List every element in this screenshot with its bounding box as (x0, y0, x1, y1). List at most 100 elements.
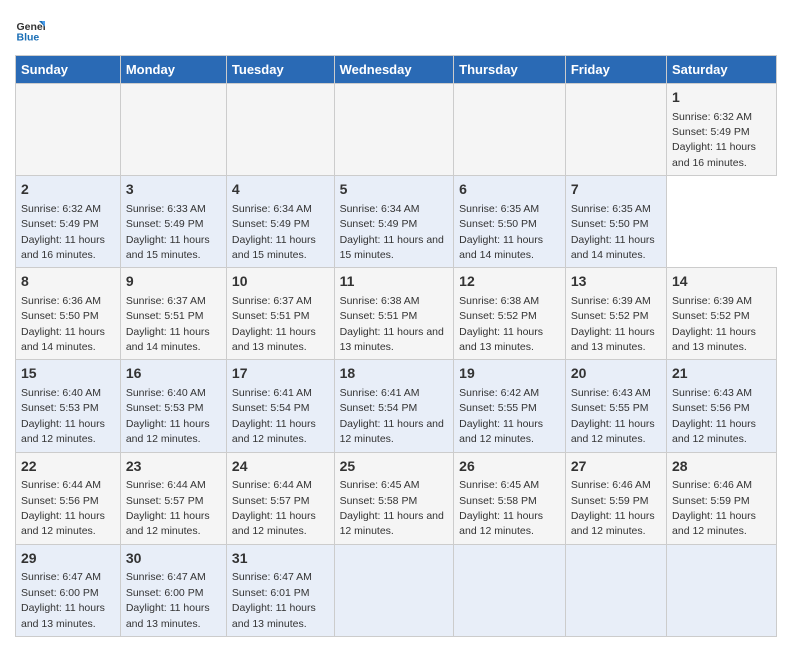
day-number: 28 (672, 457, 771, 477)
logo-icon: General Blue (15, 15, 45, 45)
calendar-day-cell: 30Sunrise: 6:47 AMSunset: 6:00 PMDayligh… (120, 544, 226, 636)
day-info: Sunrise: 6:34 AMSunset: 5:49 PMDaylight:… (340, 203, 444, 261)
calendar-day-cell: 18Sunrise: 6:41 AMSunset: 5:54 PMDayligh… (334, 360, 454, 452)
empty-cell (334, 544, 454, 636)
day-info: Sunrise: 6:46 AMSunset: 5:59 PMDaylight:… (672, 479, 756, 537)
day-number: 19 (459, 364, 560, 384)
day-number: 31 (232, 549, 329, 569)
calendar-week-row: 22Sunrise: 6:44 AMSunset: 5:56 PMDayligh… (16, 452, 777, 544)
day-info: Sunrise: 6:42 AMSunset: 5:55 PMDaylight:… (459, 387, 543, 445)
day-number: 26 (459, 457, 560, 477)
day-info: Sunrise: 6:36 AMSunset: 5:50 PMDaylight:… (21, 295, 105, 353)
day-info: Sunrise: 6:46 AMSunset: 5:59 PMDaylight:… (571, 479, 655, 537)
calendar-day-cell: 27Sunrise: 6:46 AMSunset: 5:59 PMDayligh… (565, 452, 666, 544)
calendar-day-cell: 8 Sunrise: 6:36 AMSunset: 5:50 PMDaylight… (16, 268, 121, 360)
weekday-header-friday: Friday (565, 56, 666, 84)
calendar-day-cell: 21 Sunrise: 6:43 AMSunset: 5:56 PMDayligh… (667, 360, 777, 452)
empty-cell (120, 84, 226, 176)
calendar-day-cell: 23Sunrise: 6:44 AMSunset: 5:57 PMDayligh… (120, 452, 226, 544)
day-info: Sunrise: 6:37 AMSunset: 5:51 PMDaylight:… (232, 295, 316, 353)
calendar-day-cell: 16 Sunrise: 6:40 AMSunset: 5:53 PMDayligh… (120, 360, 226, 452)
day-info: Sunrise: 6:38 AMSunset: 5:52 PMDaylight:… (459, 295, 543, 353)
day-info: Sunrise: 6:41 AMSunset: 5:54 PMDaylight:… (232, 387, 316, 445)
day-number: 1 (672, 88, 771, 108)
calendar-day-cell: 22Sunrise: 6:44 AMSunset: 5:56 PMDayligh… (16, 452, 121, 544)
day-info: Sunrise: 6:39 AMSunset: 5:52 PMDaylight:… (672, 295, 756, 353)
calendar-day-cell: 1 Sunrise: 6:32 AMSunset: 5:49 PMDaylight… (667, 84, 777, 176)
day-info: Sunrise: 6:35 AMSunset: 5:50 PMDaylight:… (459, 203, 543, 261)
weekday-header-tuesday: Tuesday (226, 56, 334, 84)
day-info: Sunrise: 6:44 AMSunset: 5:57 PMDaylight:… (232, 479, 316, 537)
day-info: Sunrise: 6:35 AMSunset: 5:50 PMDaylight:… (571, 203, 655, 261)
empty-cell (454, 84, 566, 176)
day-number: 9 (126, 272, 221, 292)
day-info: Sunrise: 6:47 AMSunset: 6:01 PMDaylight:… (232, 571, 316, 629)
day-info: Sunrise: 6:32 AMSunset: 5:49 PMDaylight:… (21, 203, 105, 261)
calendar-day-cell: 3Sunrise: 6:33 AMSunset: 5:49 PMDaylight… (120, 176, 226, 268)
day-number: 29 (21, 549, 115, 569)
day-info: Sunrise: 6:39 AMSunset: 5:52 PMDaylight:… (571, 295, 655, 353)
calendar-day-cell: 13Sunrise: 6:39 AMSunset: 5:52 PMDayligh… (565, 268, 666, 360)
svg-text:Blue: Blue (17, 32, 40, 44)
calendar-day-cell: 12Sunrise: 6:38 AMSunset: 5:52 PMDayligh… (454, 268, 566, 360)
day-number: 18 (340, 364, 449, 384)
calendar-day-cell: 20 Sunrise: 6:43 AMSunset: 5:55 PMDayligh… (565, 360, 666, 452)
day-number: 5 (340, 180, 449, 200)
weekday-header-saturday: Saturday (667, 56, 777, 84)
calendar-day-cell: 14 Sunrise: 6:39 AMSunset: 5:52 PMDayligh… (667, 268, 777, 360)
calendar-day-cell: 25Sunrise: 6:45 AMSunset: 5:58 PMDayligh… (334, 452, 454, 544)
calendar-week-row: 8 Sunrise: 6:36 AMSunset: 5:50 PMDaylight… (16, 268, 777, 360)
day-number: 25 (340, 457, 449, 477)
day-number: 7 (571, 180, 661, 200)
empty-cell (454, 544, 566, 636)
day-info: Sunrise: 6:33 AMSunset: 5:49 PMDaylight:… (126, 203, 210, 261)
day-info: Sunrise: 6:44 AMSunset: 5:57 PMDaylight:… (126, 479, 210, 537)
day-info: Sunrise: 6:38 AMSunset: 5:51 PMDaylight:… (340, 295, 444, 353)
weekday-header-thursday: Thursday (454, 56, 566, 84)
day-number: 20 (571, 364, 661, 384)
calendar-day-cell: 2Sunrise: 6:32 AMSunset: 5:49 PMDaylight… (16, 176, 121, 268)
calendar-day-cell: 29Sunrise: 6:47 AMSunset: 6:00 PMDayligh… (16, 544, 121, 636)
calendar-day-cell: 7 Sunrise: 6:35 AMSunset: 5:50 PMDaylight… (565, 176, 666, 268)
day-info: Sunrise: 6:32 AMSunset: 5:49 PMDaylight:… (672, 111, 756, 169)
calendar-day-cell: 31Sunrise: 6:47 AMSunset: 6:01 PMDayligh… (226, 544, 334, 636)
day-number: 11 (340, 272, 449, 292)
day-number: 8 (21, 272, 115, 292)
calendar-day-cell: 6 Sunrise: 6:35 AMSunset: 5:50 PMDaylight… (454, 176, 566, 268)
weekday-header-row: SundayMondayTuesdayWednesdayThursdayFrid… (16, 56, 777, 84)
weekday-header-monday: Monday (120, 56, 226, 84)
day-info: Sunrise: 6:47 AMSunset: 6:00 PMDaylight:… (126, 571, 210, 629)
day-number: 15 (21, 364, 115, 384)
empty-cell (226, 84, 334, 176)
header: General Blue (15, 15, 777, 45)
day-number: 17 (232, 364, 329, 384)
day-number: 21 (672, 364, 771, 384)
day-info: Sunrise: 6:40 AMSunset: 5:53 PMDaylight:… (21, 387, 105, 445)
calendar-week-row: 15 Sunrise: 6:40 AMSunset: 5:53 PMDayligh… (16, 360, 777, 452)
calendar-day-cell: 26Sunrise: 6:45 AMSunset: 5:58 PMDayligh… (454, 452, 566, 544)
weekday-header-wednesday: Wednesday (334, 56, 454, 84)
day-info: Sunrise: 6:43 AMSunset: 5:56 PMDaylight:… (672, 387, 756, 445)
day-number: 16 (126, 364, 221, 384)
day-number: 10 (232, 272, 329, 292)
day-info: Sunrise: 6:37 AMSunset: 5:51 PMDaylight:… (126, 295, 210, 353)
calendar-day-cell: 28Sunrise: 6:46 AMSunset: 5:59 PMDayligh… (667, 452, 777, 544)
empty-cell (565, 544, 666, 636)
calendar-table: SundayMondayTuesdayWednesdayThursdayFrid… (15, 55, 777, 637)
empty-cell (667, 544, 777, 636)
calendar-week-row: 2Sunrise: 6:32 AMSunset: 5:49 PMDaylight… (16, 176, 777, 268)
day-info: Sunrise: 6:40 AMSunset: 5:53 PMDaylight:… (126, 387, 210, 445)
weekday-header-sunday: Sunday (16, 56, 121, 84)
calendar-day-cell: 17 Sunrise: 6:41 AMSunset: 5:54 PMDayligh… (226, 360, 334, 452)
calendar-day-cell: 5 Sunrise: 6:34 AMSunset: 5:49 PMDaylight… (334, 176, 454, 268)
day-info: Sunrise: 6:45 AMSunset: 5:58 PMDaylight:… (340, 479, 444, 537)
day-info: Sunrise: 6:44 AMSunset: 5:56 PMDaylight:… (21, 479, 105, 537)
calendar-day-cell: 9 Sunrise: 6:37 AMSunset: 5:51 PMDaylight… (120, 268, 226, 360)
day-number: 22 (21, 457, 115, 477)
day-number: 14 (672, 272, 771, 292)
day-number: 6 (459, 180, 560, 200)
day-info: Sunrise: 6:43 AMSunset: 5:55 PMDaylight:… (571, 387, 655, 445)
calendar-day-cell: 10 Sunrise: 6:37 AMSunset: 5:51 PMDayligh… (226, 268, 334, 360)
calendar-day-cell: 11 Sunrise: 6:38 AMSunset: 5:51 PMDayligh… (334, 268, 454, 360)
day-number: 24 (232, 457, 329, 477)
